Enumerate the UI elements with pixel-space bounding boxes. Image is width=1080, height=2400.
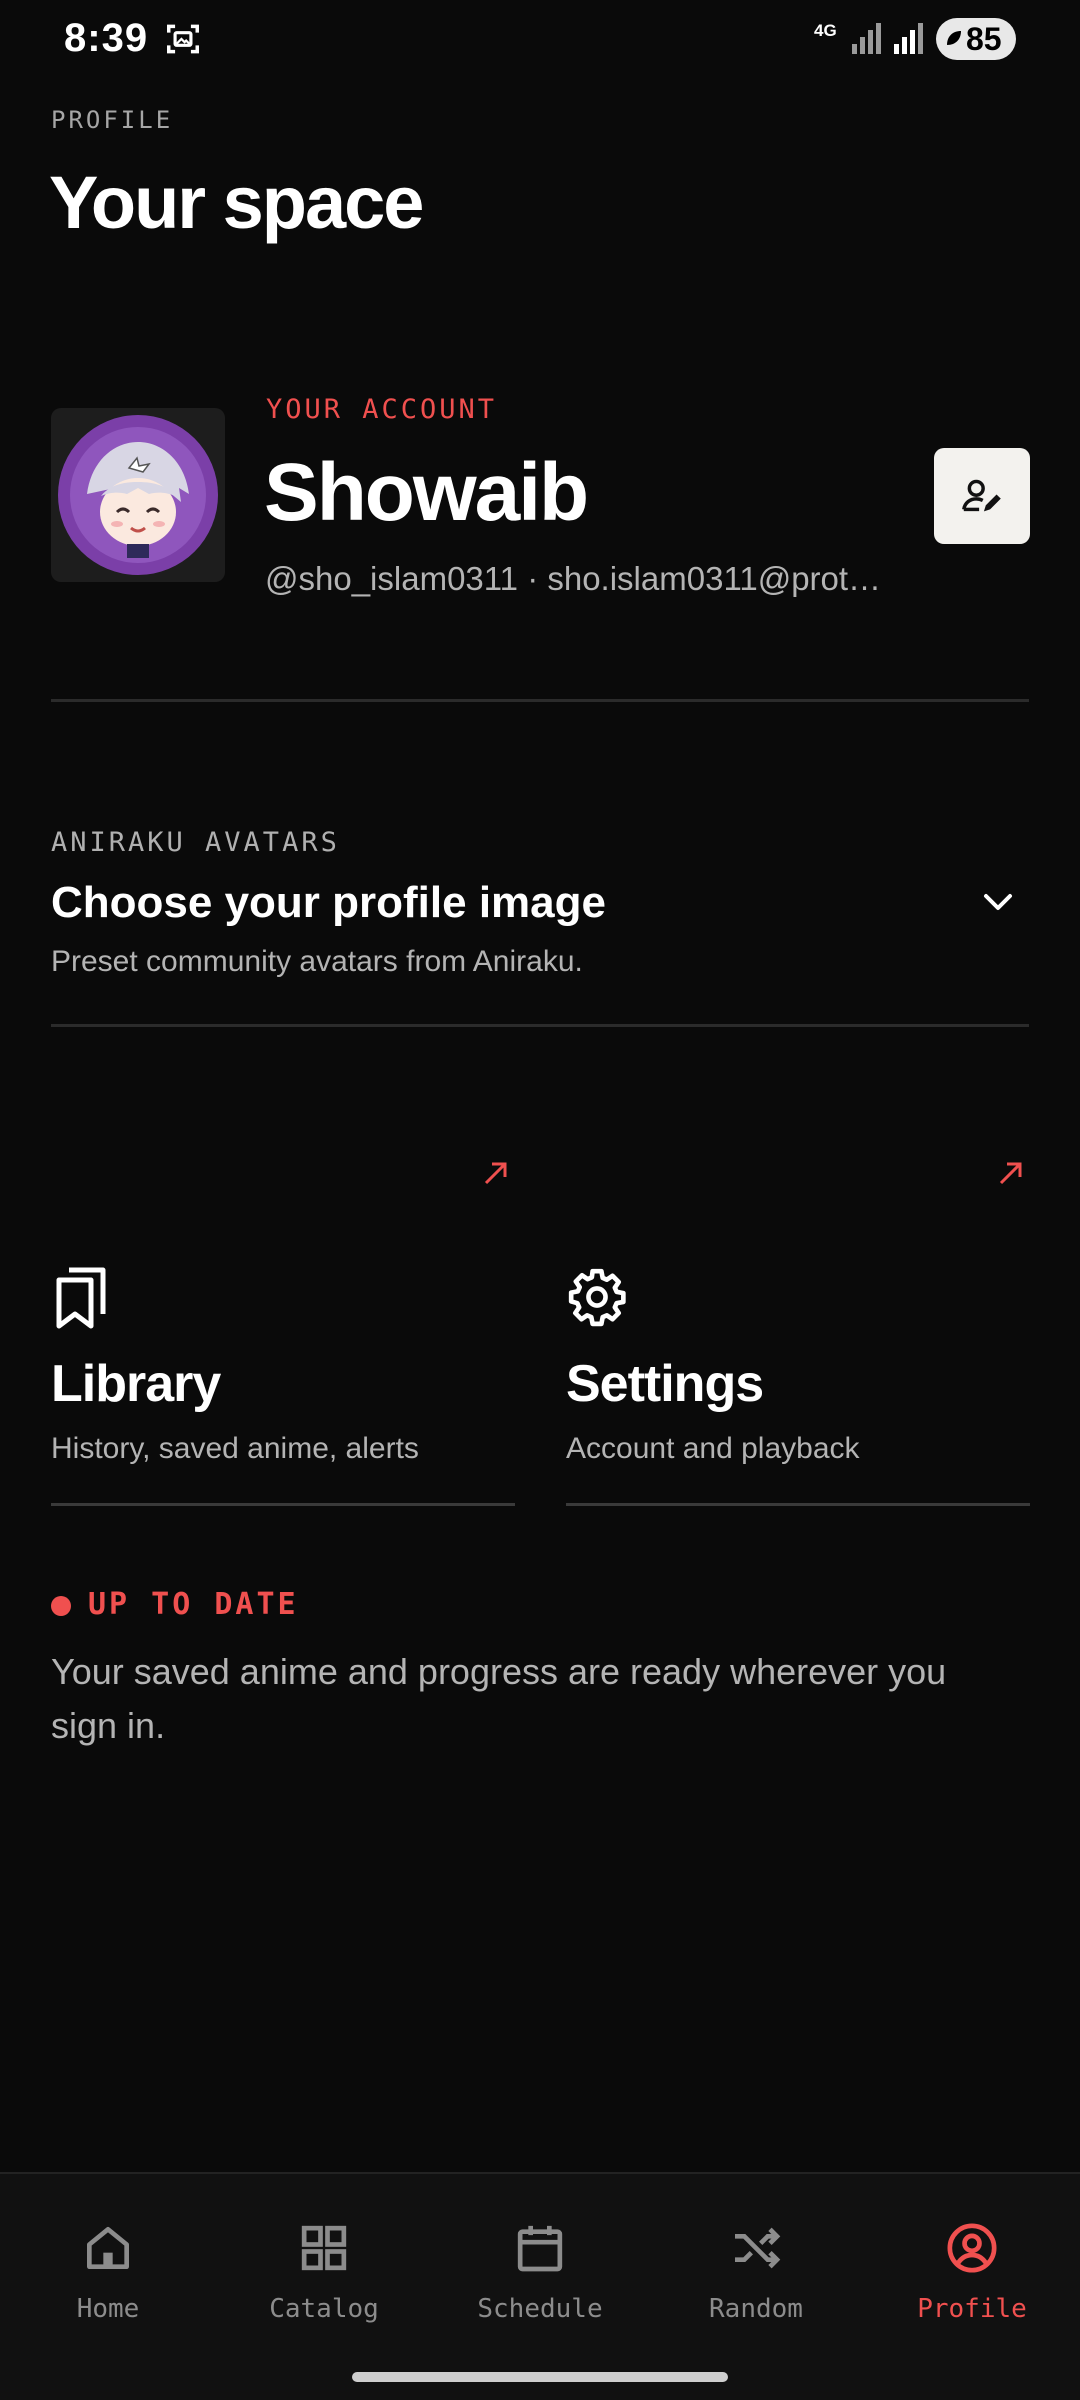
nav-profile[interactable]: Profile [877,2220,1067,2340]
calendar-icon [517,2225,563,2272]
nav-label: Profile [917,2294,1027,2324]
divider [566,1503,1030,1506]
chevron-down-icon[interactable] [980,888,1016,916]
library-description: History, saved anime, alerts [51,1432,419,1465]
avatars-title[interactable]: Choose your profile image [51,878,606,928]
signal-icon [852,23,881,54]
divider [51,1024,1029,1027]
edit-profile-button[interactable] [934,448,1030,544]
grid-icon [301,2225,347,2271]
settings-card[interactable]: Settings Account and playback [566,1150,1030,1506]
nav-label: Random [709,2294,803,2324]
battery-icon: 85 [936,18,1016,60]
arrow-up-right-icon [999,1162,1022,1185]
settings-description: Account and playback [566,1432,860,1465]
nav-catalog[interactable]: Catalog [229,2220,419,2340]
nav-label: Schedule [477,2294,603,2324]
status-dot [51,1596,71,1616]
status-bar: 8:39 4G 85 [0,0,1080,80]
sync-status-text: Your saved anime and progress are ready … [51,1651,947,1746]
bottom-nav: Home Catalog Schedule Random Profile [0,2172,1080,2400]
nav-random[interactable]: Random [661,2220,851,2340]
edit-profile-icon [962,479,1001,512]
account-name: Showaib [264,447,589,538]
gear-icon [568,1268,626,1327]
arrow-up-right-icon [484,1162,507,1185]
home-indicator[interactable] [352,2372,728,2382]
divider [51,1503,515,1506]
nav-schedule[interactable]: Schedule [445,2220,635,2340]
network-type: 4G [814,21,837,40]
bookmarks-icon [56,1267,106,1329]
signal-icon [894,23,923,54]
avatar[interactable] [51,408,225,582]
library-title: Library [51,1355,221,1413]
status-time: 8:39 [64,16,149,60]
page-eyebrow: PROFILE [51,106,174,134]
screenshot-icon [167,24,199,54]
nav-label: Catalog [269,2294,379,2324]
nav-home[interactable]: Home [13,2220,203,2340]
profile-icon [947,2223,997,2273]
sync-status-label: UP TO DATE [88,1587,299,1622]
account-eyebrow: YOUR ACCOUNT [266,394,498,425]
settings-title: Settings [566,1355,764,1413]
avatars-description: Preset community avatars from Aniraku. [51,945,583,978]
battery-level: 85 [966,21,1002,57]
avatars-eyebrow: ANIRAKU AVATARS [51,827,340,858]
nav-label: Home [76,2294,140,2324]
library-card[interactable]: Library History, saved anime, alerts [51,1150,515,1506]
leaf-icon [947,31,961,45]
shuffle-icon [735,2227,781,2269]
divider [51,699,1029,702]
avatar-image [58,415,218,575]
home-icon [87,2227,129,2269]
account-handle-email: @sho_islam0311 · sho.islam0311@prot… [265,560,882,597]
page-title: Your space [49,161,424,244]
